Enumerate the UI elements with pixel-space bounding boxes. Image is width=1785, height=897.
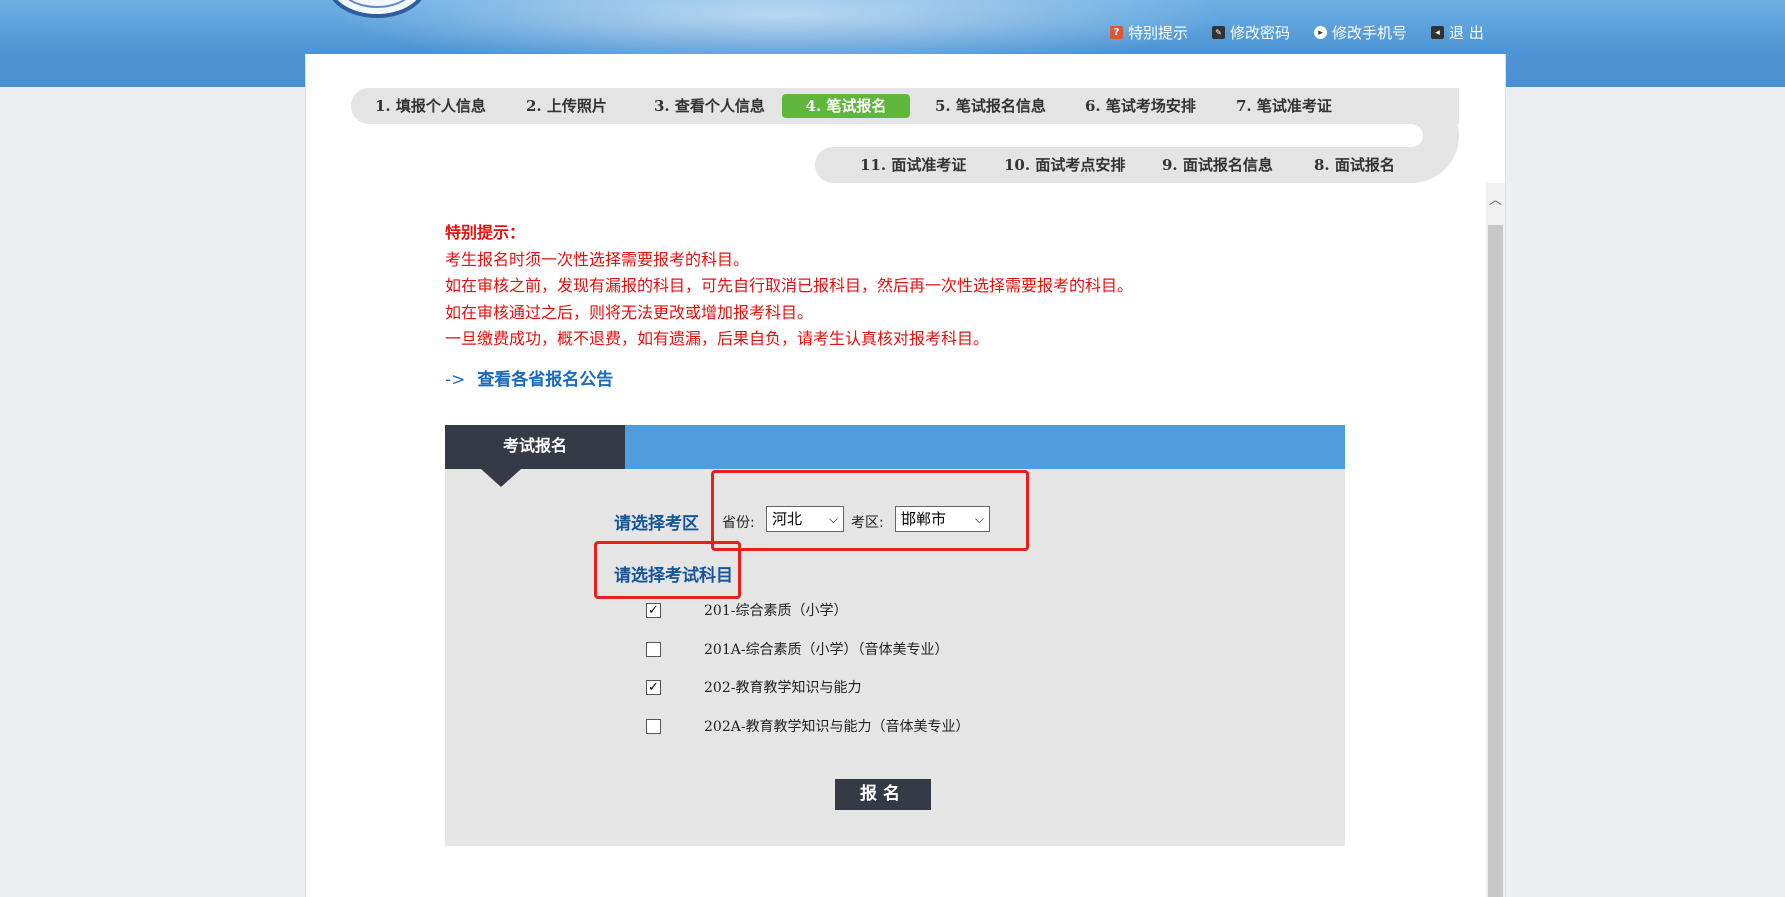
subject-label-text: 201-综合素质（小学）: [704, 603, 848, 619]
subject-highlight-box: [594, 541, 741, 599]
subject-checkbox[interactable]: ✓: [646, 680, 661, 695]
notice-line: 如在审核之前，发现有漏报的科目，可先自行取消已报科目，然后再一次性选择需要报考的…: [445, 276, 1134, 295]
subject-label-text: 202A-教育教学知识与能力（音体美专业）: [704, 719, 970, 735]
subject-label-text: 201A-综合素质（小学）（音体美专业）: [704, 642, 949, 658]
subject-label-text: 202-教育教学知识与能力: [704, 680, 862, 696]
step-4-written-signup[interactable]: 4. 笔试报名: [782, 94, 910, 118]
step-11-interview-ticket[interactable]: 11. 面试准考证: [860, 153, 966, 177]
submit-signup-button[interactable]: 报名: [835, 779, 931, 810]
top-nav-links: ? 特别提示 ✎ 修改密码 ▸ 修改手机号 ◂ 退 出: [1110, 22, 1484, 43]
change-password-label: 修改密码: [1230, 24, 1291, 42]
step-8-interview-signup[interactable]: 8. 面试报名: [1314, 153, 1395, 177]
phone-icon: ▸: [1314, 26, 1328, 39]
vertical-scrollbar[interactable]: ︿: [1486, 183, 1505, 897]
scrollbar-thumb[interactable]: [1488, 225, 1503, 897]
subject-checkbox[interactable]: ✓: [646, 603, 661, 618]
subject-checkbox[interactable]: [646, 642, 661, 657]
region-label: 请选择考区: [614, 514, 699, 534]
steps-track-gap: [1280, 124, 1423, 147]
step-3-view-info[interactable]: 3. 查看个人信息: [654, 94, 765, 118]
step-9-interview-signup-info[interactable]: 9. 面试报名信息: [1162, 153, 1273, 177]
panel-tab-pointer: [481, 469, 521, 487]
scroll-up-icon[interactable]: ︿: [1486, 191, 1505, 211]
special-tips-link[interactable]: ? 特别提示: [1110, 22, 1188, 43]
notice-block: 特别提示： 考生报名时须一次性选择需要报考的科目。 如在审核之前，发现有漏报的科…: [445, 220, 1133, 353]
special-tips-label: 特别提示: [1128, 24, 1189, 42]
province-announcement-link[interactable]: -> 查看各省报名公告: [445, 365, 613, 390]
subject-checkbox[interactable]: [646, 719, 661, 734]
region-highlight-box: [711, 470, 1029, 551]
step-7-written-ticket[interactable]: 7. 笔试准考证: [1236, 94, 1332, 118]
change-password-link[interactable]: ✎ 修改密码: [1212, 22, 1290, 43]
notice-line: 如在审核通过之后，则将无法更改或增加报考科目。: [445, 302, 814, 322]
change-phone-label: 修改手机号: [1332, 24, 1408, 42]
change-phone-link[interactable]: ▸ 修改手机号: [1314, 22, 1407, 43]
warning-icon: ?: [1110, 26, 1123, 39]
notice-line: 一旦缴费成功，概不退费，如有遗漏，后果自负，请考生认真核对报考科目。: [445, 329, 990, 348]
exit-icon: ◂: [1431, 26, 1445, 39]
notice-title: 特别提示：: [445, 223, 526, 242]
step-2-upload-photo[interactable]: 2. 上传照片: [526, 94, 607, 118]
province-announcement-label: 查看各省报名公告: [477, 370, 614, 390]
panel-tab: 考试报名: [445, 425, 625, 469]
step-10-interview-site[interactable]: 10. 面试考点安排: [1004, 153, 1125, 177]
step-6-written-room[interactable]: 6. 笔试考场安排: [1085, 94, 1196, 118]
step-1-personal-info[interactable]: 1. 填报个人信息: [375, 94, 486, 118]
step-5-written-signup-info[interactable]: 5. 笔试报名信息: [935, 94, 1046, 118]
logout-label: 退 出: [1449, 24, 1484, 42]
notice-line: 考生报名时须一次性选择需要报考的科目。: [445, 249, 750, 269]
key-icon: ✎: [1212, 26, 1226, 39]
logout-link[interactable]: ◂ 退 出: [1431, 22, 1484, 43]
arrow-right-icon: ->: [445, 370, 466, 390]
